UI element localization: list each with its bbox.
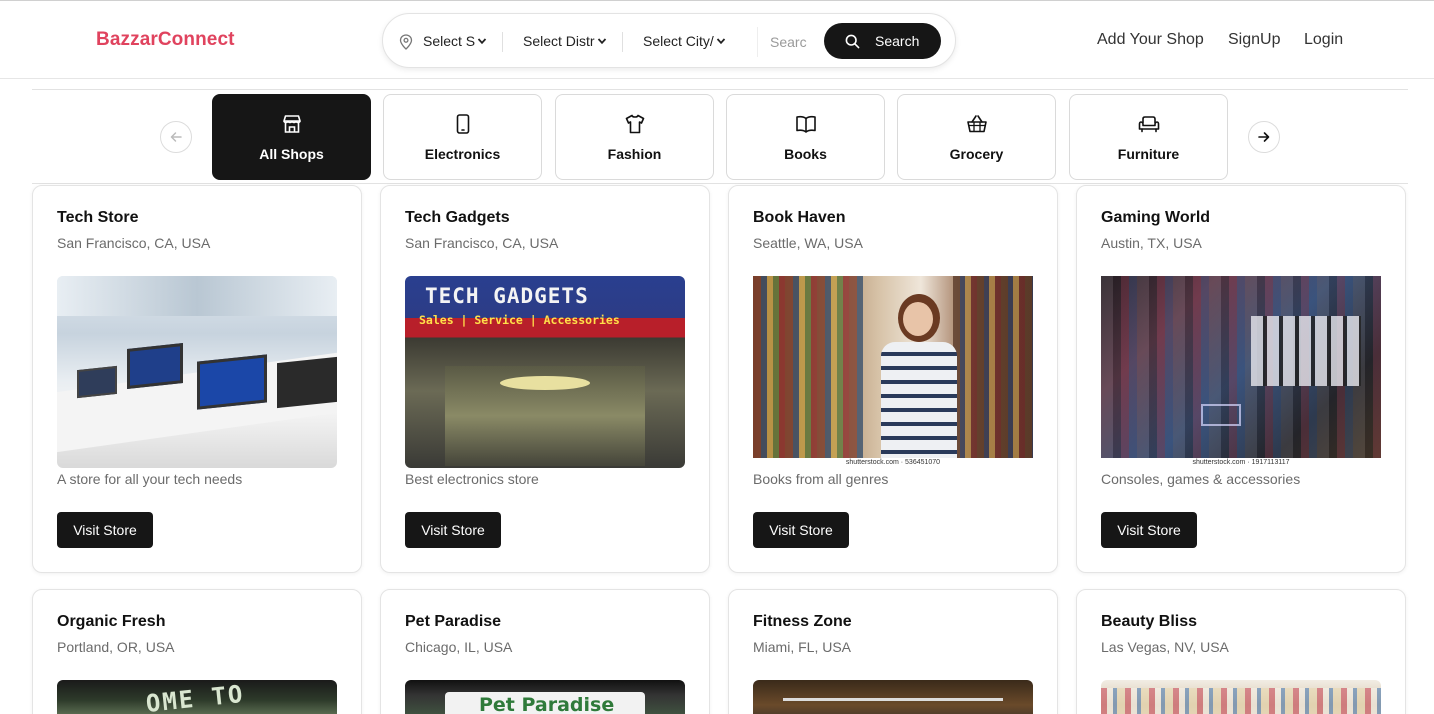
district-select[interactable]: Select Distr [523, 33, 595, 49]
shop-name[interactable]: Organic Fresh [57, 613, 165, 631]
category-label: Electronics [424, 146, 501, 162]
category-books[interactable]: Books [726, 94, 885, 180]
search-button-label: Search [875, 33, 920, 49]
shop-image: OME TO FRESH [57, 680, 337, 714]
shop-name[interactable]: Book Haven [753, 209, 845, 227]
store-icon [283, 115, 301, 133]
shop-name[interactable]: Tech Store [57, 209, 139, 227]
basket-icon [967, 115, 987, 133]
shop-description: Consoles, games & accessories [1101, 471, 1301, 487]
shop-image: TECH GADGETS Sales | Service | Accessori… [405, 276, 685, 468]
shop-card-pet-paradise: Pet Paradise Chicago, IL, USA Pet Paradi… [380, 589, 710, 714]
shop-image [1101, 680, 1381, 714]
site-header: BazzarConnect Select S Select Distr Sele… [0, 1, 1434, 79]
shop-card-tech-gadgets: Tech Gadgets San Francisco, CA, USA TECH… [380, 185, 710, 573]
image-watermark: shutterstock.com · 536451070 [753, 458, 1033, 468]
phone-icon [456, 114, 470, 134]
shop-card-beauty-bliss: Beauty Bliss Las Vegas, NV, USA [1076, 589, 1406, 714]
shop-name[interactable]: Gaming World [1101, 209, 1210, 227]
shop-description: Books from all genres [753, 471, 889, 487]
shop-location: Chicago, IL, USA [405, 639, 513, 655]
category-electronics[interactable]: Electronics [383, 94, 542, 180]
shop-location: Miami, FL, USA [753, 639, 852, 655]
city-select[interactable]: Select City/ [643, 33, 715, 49]
arrow-left-icon [170, 132, 182, 142]
category-label: Grocery [949, 146, 1004, 162]
shop-card-book-haven: Book Haven Seattle, WA, USA shutterstock… [728, 185, 1058, 573]
nav-login[interactable]: Login [1304, 31, 1343, 49]
shop-image [753, 680, 1033, 714]
shop-name[interactable]: Tech Gadgets [405, 209, 510, 227]
category-label: Furniture [1117, 146, 1180, 162]
category-label: Fashion [607, 146, 662, 162]
sofa-icon [1138, 116, 1160, 133]
category-scroll-left[interactable] [160, 121, 192, 153]
chevron-down-icon[interactable] [477, 36, 487, 46]
category-label: Books [784, 146, 827, 162]
shop-name[interactable]: Beauty Bliss [1101, 613, 1197, 631]
shop-sign-text: Pet Paradise [479, 694, 615, 714]
shop-card-gaming-world: Gaming World Austin, TX, USA shutterstoc… [1076, 185, 1406, 573]
location-search-bar: Select S Select Distr Select City/ Searc… [382, 13, 956, 68]
shop-location: San Francisco, CA, USA [57, 235, 211, 251]
category-all-shops[interactable]: All Shops [212, 94, 371, 180]
divider [622, 32, 623, 52]
nav-add-your-shop[interactable]: Add Your Shop [1097, 31, 1204, 49]
shop-location: San Francisco, CA, USA [405, 235, 559, 251]
visit-store-button[interactable]: Visit Store [1101, 512, 1197, 548]
shop-card-fitness-zone: Fitness Zone Miami, FL, USA [728, 589, 1058, 714]
visit-store-button[interactable]: Visit Store [405, 512, 501, 548]
shop-location: Austin, TX, USA [1101, 235, 1202, 251]
nav-signup[interactable]: SignUp [1228, 31, 1280, 49]
image-watermark: shutterstock.com · 1917113117 [1101, 458, 1381, 468]
shop-location: Seattle, WA, USA [753, 235, 863, 251]
arrow-right-icon [1258, 132, 1270, 142]
category-grocery[interactable]: Grocery [897, 94, 1056, 180]
shop-card-tech-store: Tech Store San Francisco, CA, USA A stor… [32, 185, 362, 573]
category-furniture[interactable]: Furniture [1069, 94, 1228, 180]
search-button[interactable]: Search [824, 23, 941, 59]
shop-image: shutterstock.com · 1917113117 [1101, 276, 1381, 468]
shop-name[interactable]: Fitness Zone [753, 613, 852, 631]
shop-sign-text: OME TO FRESH [144, 680, 246, 714]
category-label: All Shops [259, 146, 324, 162]
book-icon [796, 115, 816, 133]
shop-location: Portland, OR, USA [57, 639, 175, 655]
search-input[interactable] [757, 27, 817, 57]
chevron-down-icon[interactable] [597, 36, 607, 46]
shop-name[interactable]: Pet Paradise [405, 613, 501, 631]
shop-sign-text: TECH GADGETS [425, 284, 589, 308]
shop-sign-subtext: Sales | Service | Accessories [419, 313, 620, 327]
shop-card-organic-fresh: Organic Fresh Portland, OR, USA OME TO F… [32, 589, 362, 714]
divider [502, 32, 503, 52]
category-fashion[interactable]: Fashion [555, 94, 714, 180]
category-divider-top [32, 89, 1408, 90]
visit-store-button[interactable]: Visit Store [57, 512, 153, 548]
category-divider-bottom [32, 183, 1408, 184]
state-select[interactable]: Select S [423, 33, 475, 49]
shirt-icon [625, 114, 645, 134]
shop-image: Pet Paradise [405, 680, 685, 714]
brand-logo[interactable]: BazzarConnect [96, 29, 235, 51]
shop-description: A store for all your tech needs [57, 471, 243, 487]
map-pin-icon [399, 34, 413, 50]
category-scroll-right[interactable] [1248, 121, 1280, 153]
shop-description: Best electronics store [405, 471, 539, 487]
shop-image [57, 276, 337, 468]
chevron-down-icon[interactable] [716, 36, 726, 46]
search-icon [845, 34, 860, 49]
shop-image: shutterstock.com · 536451070 [753, 276, 1033, 468]
visit-store-button[interactable]: Visit Store [753, 512, 849, 548]
shop-location: Las Vegas, NV, USA [1101, 639, 1229, 655]
